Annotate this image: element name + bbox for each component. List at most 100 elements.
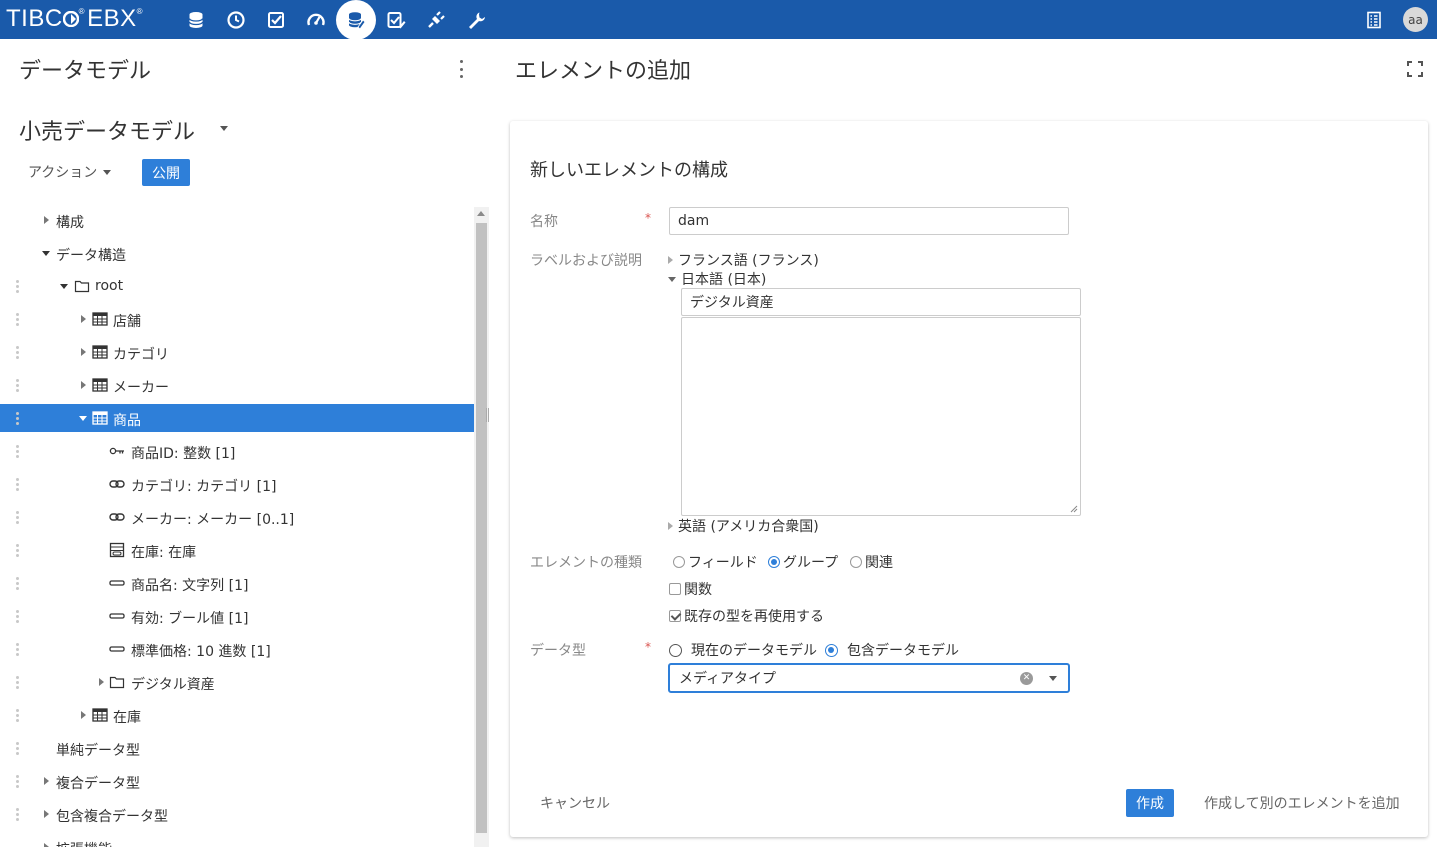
tree-item[interactable]: 在庫: 在庫 bbox=[0, 536, 474, 564]
tree-item[interactable]: 在庫 bbox=[0, 701, 474, 729]
drag-handle-icon[interactable] bbox=[16, 610, 19, 623]
tree-item-selected[interactable]: 商品 bbox=[0, 404, 474, 432]
drag-handle-icon[interactable] bbox=[16, 775, 19, 788]
database-icon[interactable] bbox=[176, 0, 216, 39]
jp-description-textarea[interactable] bbox=[681, 317, 1081, 516]
logo-text-ebx: EBX bbox=[87, 5, 137, 32]
drag-handle-icon[interactable] bbox=[16, 808, 19, 821]
drag-handle-icon[interactable] bbox=[16, 676, 19, 689]
resize-grip-icon[interactable] bbox=[1070, 505, 1078, 513]
tree-item[interactable]: root bbox=[0, 272, 474, 300]
expand-icon[interactable] bbox=[41, 776, 51, 786]
workflow-icon[interactable] bbox=[376, 0, 416, 39]
tree-item-label: 構成 bbox=[56, 215, 84, 231]
tree-scrollbar-thumb[interactable] bbox=[476, 223, 487, 833]
drag-handle-icon[interactable] bbox=[16, 643, 19, 656]
tree-item[interactable]: 単純データ型 bbox=[0, 734, 474, 762]
association-icon bbox=[109, 542, 125, 558]
dashboard-icon[interactable] bbox=[296, 0, 336, 39]
create-and-add-button[interactable]: 作成して別のエレメントを追加 bbox=[1204, 793, 1400, 813]
lang-french-label: フランス語 (フランス) bbox=[678, 253, 819, 269]
triangle-icon bbox=[80, 348, 86, 356]
element-type-field-option[interactable]: フィールド bbox=[673, 552, 758, 572]
tree-item[interactable]: デジタル資産 bbox=[0, 668, 474, 696]
drag-handle-icon[interactable] bbox=[16, 280, 19, 293]
clock-icon[interactable] bbox=[216, 0, 256, 39]
tree-item[interactable]: 商品ID: 整数 [1] bbox=[0, 437, 474, 465]
drag-handle-icon[interactable] bbox=[16, 346, 19, 359]
lang-japanese[interactable]: 日本語 (日本) bbox=[668, 269, 766, 289]
expand-icon[interactable] bbox=[41, 215, 51, 225]
collapse-icon[interactable] bbox=[41, 248, 51, 258]
drag-handle-icon[interactable] bbox=[16, 742, 19, 755]
lang-french[interactable]: フランス語 (フランス) bbox=[668, 250, 819, 270]
tibco-ebx-logo[interactable]: TIBC ®EBX® bbox=[6, 5, 143, 33]
drag-handle-icon[interactable] bbox=[16, 445, 19, 458]
jp-label-input[interactable]: デジタル資産 bbox=[681, 288, 1081, 316]
tree-item[interactable]: 店舗 bbox=[0, 305, 474, 333]
tree-item[interactable]: 拡張機能 bbox=[0, 833, 474, 847]
reuse-type-checkbox[interactable]: 既存の型を再使用する bbox=[669, 606, 824, 626]
collapse-icon[interactable] bbox=[78, 413, 88, 423]
function-checkbox[interactable]: 関数 bbox=[669, 579, 712, 599]
tree-item-label: 標準価格: 10 進数 [1] bbox=[131, 644, 271, 660]
expand-icon[interactable] bbox=[41, 809, 51, 819]
lang-english[interactable]: 英語 (アメリカ合衆国) bbox=[668, 516, 819, 536]
tree-item[interactable]: カテゴリ bbox=[0, 338, 474, 366]
element-type-association-option[interactable]: 関連 bbox=[850, 552, 893, 572]
tree-item[interactable]: 商品名: 文字列 [1] bbox=[0, 569, 474, 597]
tree-item[interactable]: メーカー: メーカー [0..1] bbox=[0, 503, 474, 531]
tree-item[interactable]: カテゴリ: カテゴリ [1] bbox=[0, 470, 474, 498]
triangle-icon bbox=[43, 843, 49, 847]
publish-button[interactable]: 公開 bbox=[142, 159, 190, 186]
expand-icon[interactable] bbox=[78, 314, 88, 324]
data-type-current-option[interactable]: 現在のデータモデル bbox=[669, 640, 817, 660]
tree-item[interactable]: メーカー bbox=[0, 371, 474, 399]
action-menu[interactable]: アクション bbox=[28, 162, 112, 182]
drag-handle-icon[interactable] bbox=[16, 478, 19, 491]
drag-handle-icon[interactable] bbox=[16, 709, 19, 722]
expand-icon[interactable] bbox=[96, 677, 106, 687]
expand-icon[interactable] bbox=[78, 380, 88, 390]
clear-icon[interactable]: ✕ bbox=[1020, 672, 1033, 685]
more-options-icon[interactable] bbox=[455, 60, 467, 78]
data-model-icon[interactable] bbox=[336, 0, 376, 40]
collapse-icon[interactable] bbox=[59, 281, 69, 291]
tree-item[interactable]: データ構造 bbox=[0, 239, 474, 267]
tree-item[interactable]: 有効: ブール値 [1] bbox=[0, 602, 474, 630]
lang-japanese-label: 日本語 (日本) bbox=[681, 272, 767, 288]
tree-item[interactable]: 標準価格: 10 進数 [1] bbox=[0, 635, 474, 663]
table-icon bbox=[92, 344, 108, 360]
drag-handle-icon[interactable] bbox=[16, 577, 19, 590]
model-dropdown-icon[interactable] bbox=[220, 126, 228, 131]
fullscreen-icon[interactable] bbox=[1407, 61, 1423, 77]
task-list-icon[interactable] bbox=[1354, 0, 1394, 39]
data-type-included-option[interactable]: 包含データモデル bbox=[825, 640, 959, 660]
drag-handle-icon[interactable] bbox=[16, 544, 19, 557]
tree-item[interactable]: 複合データ型 bbox=[0, 767, 474, 795]
pane-splitter[interactable] bbox=[486, 408, 489, 422]
name-input[interactable]: dam bbox=[669, 207, 1069, 235]
expand-icon[interactable] bbox=[78, 710, 88, 720]
expand-icon[interactable] bbox=[78, 347, 88, 357]
tree-item[interactable]: 構成 bbox=[0, 206, 474, 234]
plugin-icon[interactable] bbox=[416, 0, 456, 39]
wrench-icon[interactable] bbox=[456, 0, 496, 39]
chevron-down-icon[interactable] bbox=[1049, 676, 1057, 681]
drag-handle-icon[interactable] bbox=[16, 313, 19, 326]
tree-item-label: デジタル資産 bbox=[131, 677, 215, 693]
element-type-group-option[interactable]: グループ bbox=[768, 552, 838, 572]
drag-handle-icon[interactable] bbox=[16, 511, 19, 524]
create-button[interactable]: 作成 bbox=[1126, 789, 1174, 817]
tree-item[interactable]: 包含複合データ型 bbox=[0, 800, 474, 828]
cancel-button[interactable]: キャンセル bbox=[540, 793, 610, 813]
drag-handle-icon[interactable] bbox=[16, 412, 19, 425]
data-type-select[interactable]: メディアタイプ bbox=[668, 663, 1070, 693]
drag-handle-icon[interactable] bbox=[16, 379, 19, 392]
radio-icon bbox=[669, 643, 682, 657]
expand-icon[interactable] bbox=[41, 842, 51, 847]
data-model-tree: 構成データ構造 root 店舗カテゴリメーカー商品商品ID: 整数 [1] カテゴリ:… bbox=[0, 204, 474, 847]
tasks-icon[interactable] bbox=[256, 0, 296, 39]
scroll-up-icon[interactable] bbox=[477, 211, 485, 216]
user-avatar[interactable]: aa bbox=[1403, 7, 1428, 32]
